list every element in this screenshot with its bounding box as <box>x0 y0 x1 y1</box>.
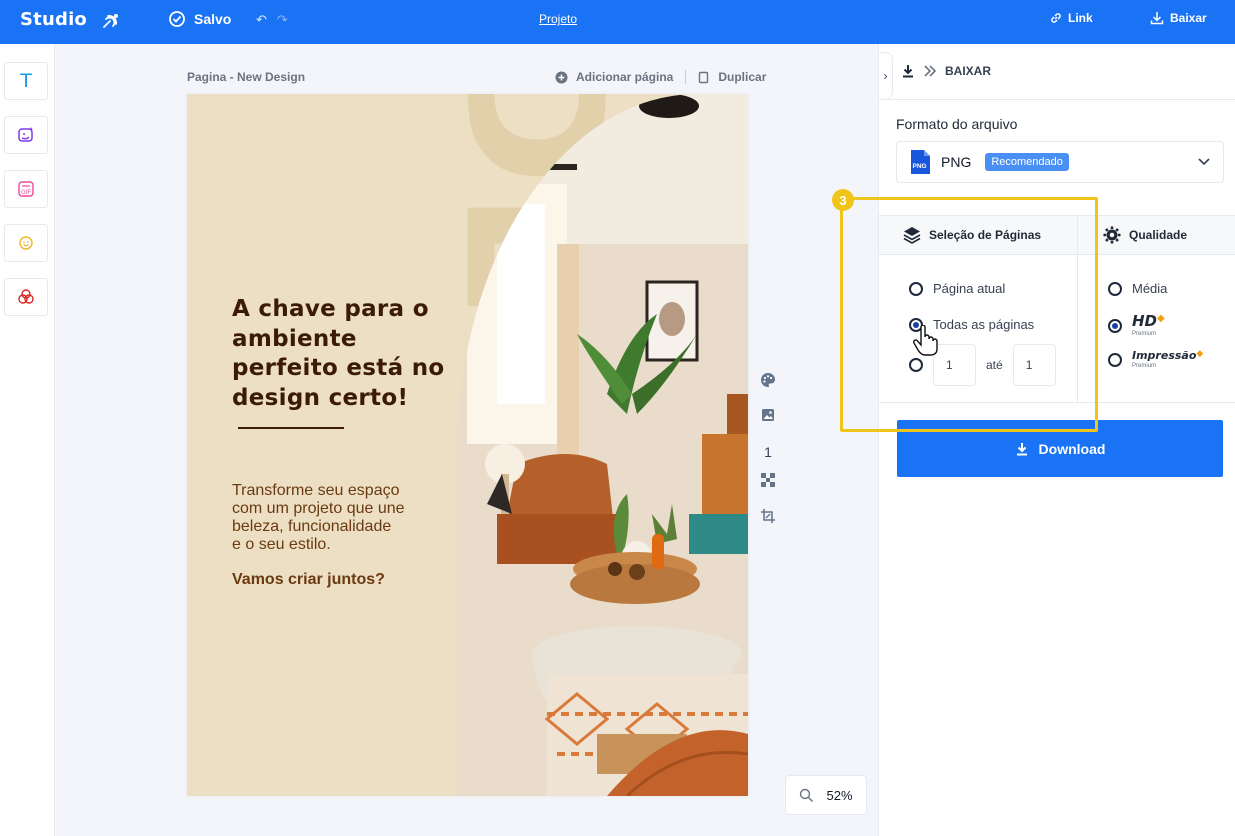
panel-header: › BAIXAR <box>879 44 1235 100</box>
image-button[interactable] <box>758 408 778 444</box>
page-label: Pagina - New Design <box>187 70 306 84</box>
download-icon <box>1150 12 1164 25</box>
double-chevron-icon <box>924 65 937 77</box>
format-select[interactable]: PNG PNG Recomendado <box>896 141 1224 183</box>
print-premium-label: Impressão◆ Premium <box>1132 349 1204 370</box>
text-icon: T <box>20 70 32 92</box>
redo-icon[interactable]: ↷ <box>277 12 288 28</box>
zoom-level: 52% <box>826 787 853 803</box>
add-circle-icon <box>555 71 568 83</box>
tab-quality-label: Qualidade <box>1129 228 1188 242</box>
panel-title: BAIXAR <box>901 64 991 78</box>
grid-button[interactable] <box>758 472 778 508</box>
hd-premium-label: HD◆ Premium <box>1132 312 1165 338</box>
link-icon <box>1051 13 1061 23</box>
zoom-control[interactable]: 52% <box>785 775 867 815</box>
duplicate-button[interactable]: Duplicar <box>718 70 766 84</box>
radio-hd-quality[interactable] <box>1108 318 1122 333</box>
download-top-button[interactable]: Baixar <box>1150 11 1207 25</box>
headline-text[interactable]: A chave para o ambiente perfeito está no… <box>232 295 462 443</box>
panel-title-text: BAIXAR <box>945 64 992 78</box>
tutorial-highlight <box>840 197 1098 432</box>
project-link[interactable]: Projeto <box>539 12 577 26</box>
satellite-icon <box>103 14 118 28</box>
add-page-button[interactable]: Adicionar página <box>576 70 673 84</box>
canvas-side-tools: 1 <box>758 372 778 544</box>
recommended-badge: Recomendado <box>985 153 1069 171</box>
download-icon <box>1016 442 1027 455</box>
chevron-down-icon <box>1198 158 1210 166</box>
emoji-icon <box>19 236 33 250</box>
share-link-button[interactable]: Link <box>1050 11 1093 25</box>
magic-image-icon <box>18 127 33 142</box>
page-number: 1 <box>764 444 772 460</box>
format-label: Formato do arquivo <box>896 116 1018 132</box>
page-actions: Adicionar página Duplicar <box>555 70 766 84</box>
collapse-panel-button[interactable]: › <box>879 52 893 100</box>
grid-icon <box>761 473 775 487</box>
saved-status: Salvo <box>168 10 231 28</box>
tab-quality[interactable]: Qualidade <box>1103 216 1187 254</box>
history-controls: ↶ ↷ <box>256 12 288 28</box>
crop-button[interactable] <box>758 508 778 544</box>
search-icon <box>800 788 814 802</box>
design-page[interactable]: DESIGN <box>187 94 748 796</box>
diamond-icon: ◆ <box>1196 349 1204 359</box>
option-medium-quality[interactable]: Média <box>1108 281 1167 296</box>
download-icon <box>903 65 913 78</box>
headline-rule <box>238 426 344 429</box>
download-top-label: Baixar <box>1170 11 1207 25</box>
step-badge: 3 <box>832 189 854 211</box>
png-file-icon: PNG <box>911 150 930 174</box>
divider <box>685 70 687 84</box>
svg-text:GIF: GIF <box>21 190 31 196</box>
option-medium-label: Média <box>1132 281 1168 296</box>
crop-icon <box>761 509 775 523</box>
body-text[interactable]: Transforme seu espaço com um projeto que… <box>232 482 452 554</box>
gear-icon <box>1103 226 1121 244</box>
palette-button[interactable] <box>758 372 778 408</box>
top-bar: Studio Salvo ↶ ↷ Projeto Link Baixar <box>0 0 1235 44</box>
undo-icon[interactable]: ↶ <box>256 12 267 28</box>
gif-tool-button[interactable]: GIF <box>4 170 48 208</box>
option-print-quality[interactable]: Impressão◆ Premium <box>1108 350 1203 369</box>
palette-icon <box>761 373 775 387</box>
gif-icon: GIF <box>18 181 34 197</box>
cta-text[interactable]: Vamos criar juntos? <box>232 571 385 589</box>
app-logo[interactable]: Studio <box>20 9 87 30</box>
option-hd-quality[interactable]: HD◆ Premium <box>1108 314 1165 337</box>
duplicate-icon <box>699 71 709 83</box>
svg-text:PNG: PNG <box>913 163 927 170</box>
emoji-tool-button[interactable] <box>4 224 48 262</box>
download-button-label: Download <box>1038 440 1106 457</box>
image-icon <box>762 409 774 421</box>
ai-image-tool-button[interactable] <box>4 116 48 154</box>
download-panel: › BAIXAR Formato do arquivo PNG PNG Reco… <box>878 44 1235 836</box>
radio-medium-quality[interactable] <box>1108 281 1122 296</box>
text-tool-button[interactable]: T <box>4 62 48 100</box>
radio-print-quality[interactable] <box>1108 352 1122 367</box>
shapes-icon <box>18 289 34 304</box>
hand-pointer-icon <box>913 325 938 356</box>
link-label: Link <box>1068 11 1093 25</box>
format-value: PNG <box>941 154 972 170</box>
chevron-right-icon: › <box>883 69 888 83</box>
left-toolbar: T GIF <box>0 44 55 836</box>
diamond-icon: ◆ <box>1157 313 1165 324</box>
cloud-check-icon <box>169 11 185 27</box>
shapes-tool-button[interactable] <box>4 278 48 316</box>
saved-label: Salvo <box>194 11 232 27</box>
